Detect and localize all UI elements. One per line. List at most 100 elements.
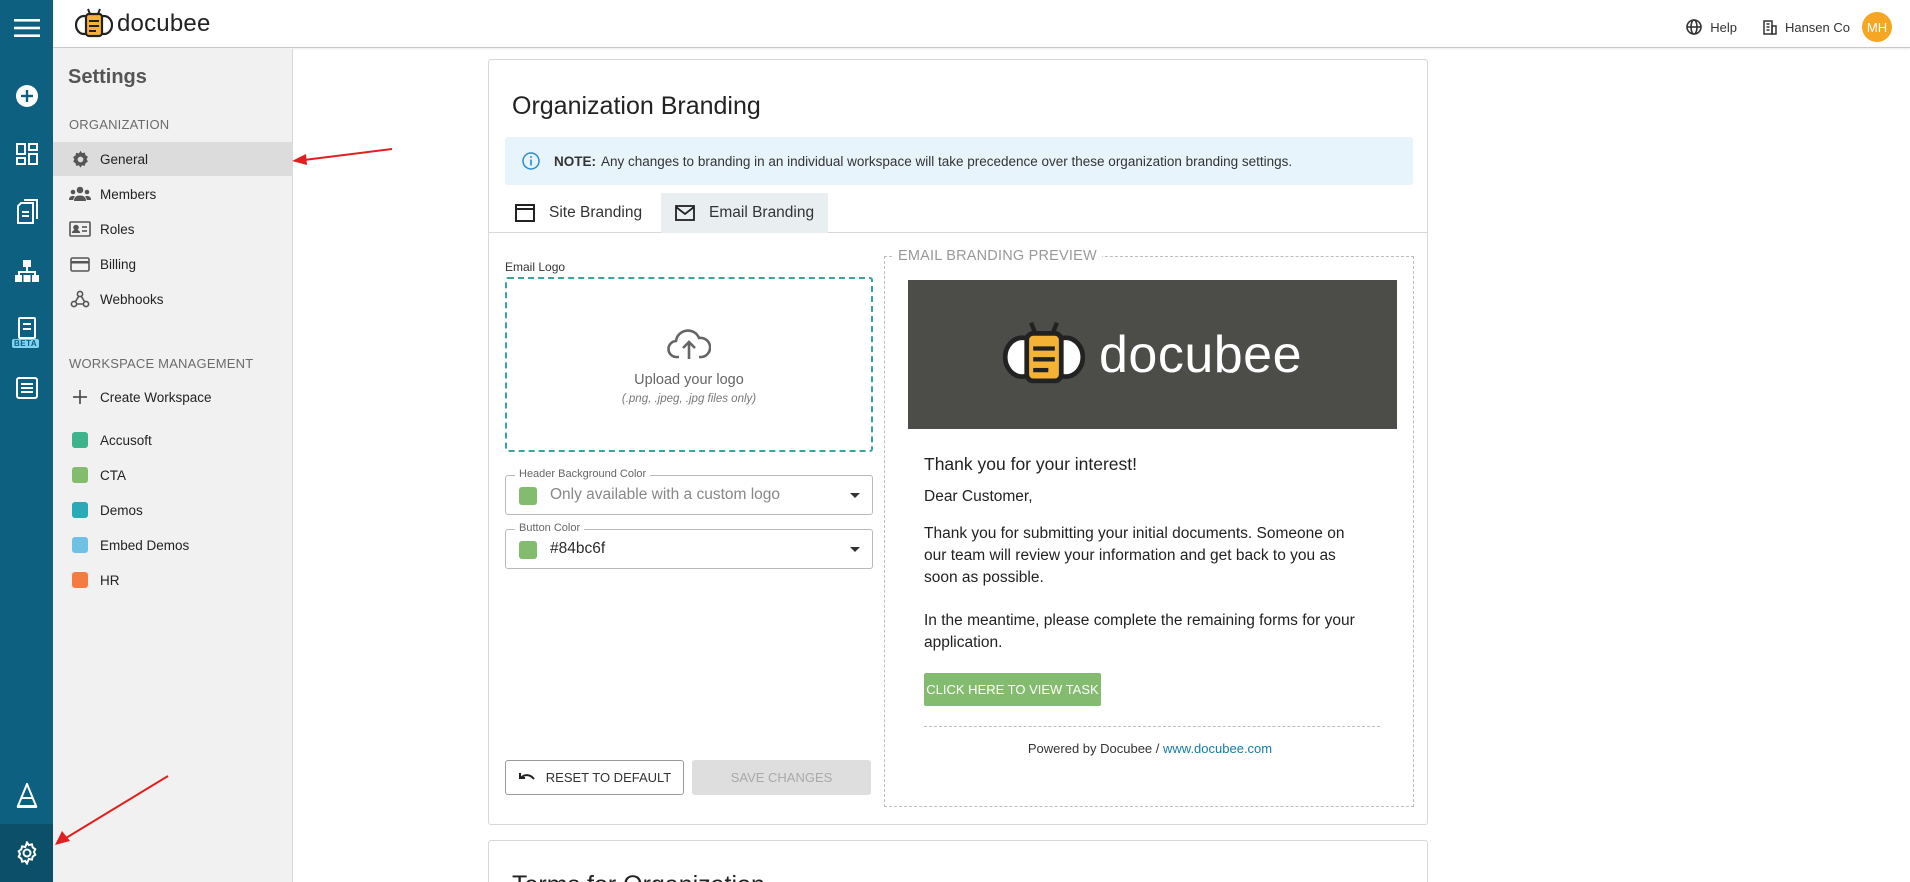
reset-to-default-button[interactable]: RESET TO DEFAULT bbox=[505, 760, 684, 795]
create-workspace-label: Create Workspace bbox=[100, 389, 212, 405]
logo-upload-dropzone[interactable]: Upload your logo (.png, .jpeg, .jpg file… bbox=[505, 277, 873, 452]
gear-icon[interactable] bbox=[0, 824, 53, 882]
workspace-label: HR bbox=[100, 572, 120, 588]
powered-by: Powered by Docubee / www.docubee.com bbox=[885, 741, 1415, 756]
terms-card: Terms for Organization bbox=[488, 840, 1428, 882]
branding-tabs: Site Branding Email Branding bbox=[489, 193, 1427, 233]
upload-text: Upload your logo bbox=[634, 372, 744, 388]
gear-icon bbox=[69, 149, 91, 169]
chevron-down-icon bbox=[850, 547, 860, 552]
workflow-icon[interactable] bbox=[0, 255, 53, 287]
preview-paragraph: Thank you for submitting your initial do… bbox=[924, 525, 1345, 586]
sidebar-item-workspace[interactable]: CTA bbox=[53, 458, 293, 492]
sidebar-item-webhooks[interactable]: Webhooks bbox=[53, 282, 293, 316]
envelope-icon bbox=[675, 205, 695, 221]
people-icon bbox=[69, 184, 91, 204]
settings-sidebar: Settings ORGANIZATION General Members Ro… bbox=[53, 49, 293, 882]
color-swatch bbox=[519, 541, 537, 559]
sidebar-item-label: Members bbox=[100, 186, 157, 202]
field-label: Button Color bbox=[515, 522, 585, 534]
preview-greeting: Dear Customer, bbox=[924, 488, 1033, 505]
workspace-color-swatch bbox=[72, 432, 88, 448]
building-icon bbox=[1763, 19, 1777, 35]
help-link[interactable]: Help bbox=[1686, 19, 1737, 35]
credit-card-icon bbox=[69, 254, 91, 274]
sidebar-item-workspace[interactable]: Demos bbox=[53, 493, 293, 527]
field-value: #84bc6f bbox=[550, 540, 606, 557]
logo-text: docubee bbox=[117, 10, 211, 37]
sidebar-item-label: Webhooks bbox=[100, 291, 164, 307]
tab-label: Email Branding bbox=[709, 204, 815, 221]
bee-icon bbox=[1002, 321, 1085, 383]
organization-branding-card: Organization Branding NOTE: Any changes … bbox=[488, 59, 1428, 825]
app-rail: BETA bbox=[0, 0, 53, 882]
id-card-icon bbox=[69, 219, 91, 239]
page-title: Organization Branding bbox=[512, 92, 761, 120]
sidebar-item-members[interactable]: Members bbox=[53, 177, 293, 211]
sidebar-item-workspace[interactable]: HR bbox=[53, 563, 293, 597]
create-workspace-button[interactable]: Create Workspace bbox=[53, 380, 293, 414]
workspace-label: Accusoft bbox=[100, 432, 152, 448]
sidebar-item-label: General bbox=[100, 151, 149, 167]
save-changes-button[interactable]: SAVE CHANGES bbox=[692, 760, 871, 795]
plus-icon bbox=[69, 387, 91, 407]
save-label: SAVE CHANGES bbox=[730, 770, 833, 785]
tab-site-branding[interactable]: Site Branding bbox=[501, 193, 656, 233]
powered-prefix: Powered by Docubee / bbox=[1027, 741, 1163, 756]
header-background-color-select[interactable]: Header Background Color Only available w… bbox=[505, 468, 873, 515]
learning-icon[interactable] bbox=[0, 780, 53, 812]
color-swatch bbox=[519, 487, 537, 505]
info-icon bbox=[522, 152, 540, 170]
docubee-logo[interactable]: docubee bbox=[75, 8, 211, 40]
preview-heading: Thank you for your interest! bbox=[924, 454, 1138, 474]
browser-window-icon bbox=[515, 204, 535, 222]
preview-paragraph: In the meantime, please complete the rem… bbox=[924, 612, 1355, 651]
workspace-management-heading: WORKSPACE MANAGEMENT bbox=[69, 356, 254, 371]
org-switcher[interactable]: Hansen Co MH bbox=[1763, 12, 1892, 42]
button-color-select[interactable]: Button Color #84bc6f bbox=[505, 522, 873, 569]
sidebar-item-roles[interactable]: Roles bbox=[53, 212, 293, 246]
data-table-icon[interactable] bbox=[0, 372, 53, 404]
tab-email-branding[interactable]: Email Branding bbox=[661, 193, 829, 233]
documents-icon[interactable] bbox=[0, 196, 53, 228]
upload-hint: (.png, .jpeg, .jpg files only) bbox=[621, 393, 757, 405]
sidebar-item-general[interactable]: General bbox=[53, 142, 293, 176]
preview-divider bbox=[924, 726, 1380, 727]
sidebar-item-workspace[interactable]: Embed Demos bbox=[53, 528, 293, 562]
organization-heading: ORGANIZATION bbox=[69, 117, 170, 132]
note-text: Any changes to branding in an individual… bbox=[601, 153, 1293, 169]
beta-badge: BETA bbox=[12, 339, 40, 348]
preview-cta-button: CLICK HERE TO VIEW TASK bbox=[924, 673, 1101, 706]
note-label: NOTE: bbox=[554, 153, 596, 169]
org-name: Hansen Co bbox=[1784, 19, 1850, 35]
workspace-color-swatch bbox=[72, 572, 88, 588]
sidebar-item-label: Billing bbox=[100, 256, 137, 272]
globe-icon bbox=[1686, 19, 1703, 35]
cloud-upload-icon bbox=[667, 329, 711, 359]
workspace-label: Embed Demos bbox=[100, 537, 190, 553]
bee-icon bbox=[75, 8, 113, 38]
dashboard-icon[interactable] bbox=[0, 138, 53, 170]
workspace-color-swatch bbox=[72, 502, 88, 518]
annotation-arrow bbox=[292, 148, 393, 165]
docubee-link[interactable]: www.docubee.com bbox=[1163, 741, 1272, 756]
menu-icon[interactable] bbox=[0, 8, 53, 48]
chevron-down-icon bbox=[850, 493, 860, 498]
email-branding-preview: EMAIL BRANDING PREVIEW docubee Thank you… bbox=[884, 248, 1415, 807]
sidebar-item-billing[interactable]: Billing bbox=[53, 247, 293, 281]
undo-icon bbox=[518, 772, 535, 780]
tab-label: Site Branding bbox=[549, 204, 643, 221]
workspace-label: Demos bbox=[100, 502, 143, 518]
avatar[interactable]: MH bbox=[1862, 12, 1892, 42]
sidebar-item-workspace[interactable]: Accusoft bbox=[53, 423, 293, 457]
field-placeholder: Only available with a custom logo bbox=[550, 486, 781, 503]
top-bar: docubee Help Hansen Co MH bbox=[53, 0, 1910, 48]
forms-icon[interactable] bbox=[0, 314, 53, 342]
workspace-color-swatch bbox=[72, 467, 88, 483]
terms-card-title: Terms for Organization bbox=[512, 871, 765, 882]
add-circle-icon[interactable] bbox=[0, 80, 53, 112]
webhook-icon bbox=[69, 289, 91, 309]
preview-logo-text: docubee bbox=[1098, 325, 1303, 384]
email-logo-label: Email Logo bbox=[505, 260, 566, 274]
email-header-image: docubee bbox=[908, 280, 1397, 429]
